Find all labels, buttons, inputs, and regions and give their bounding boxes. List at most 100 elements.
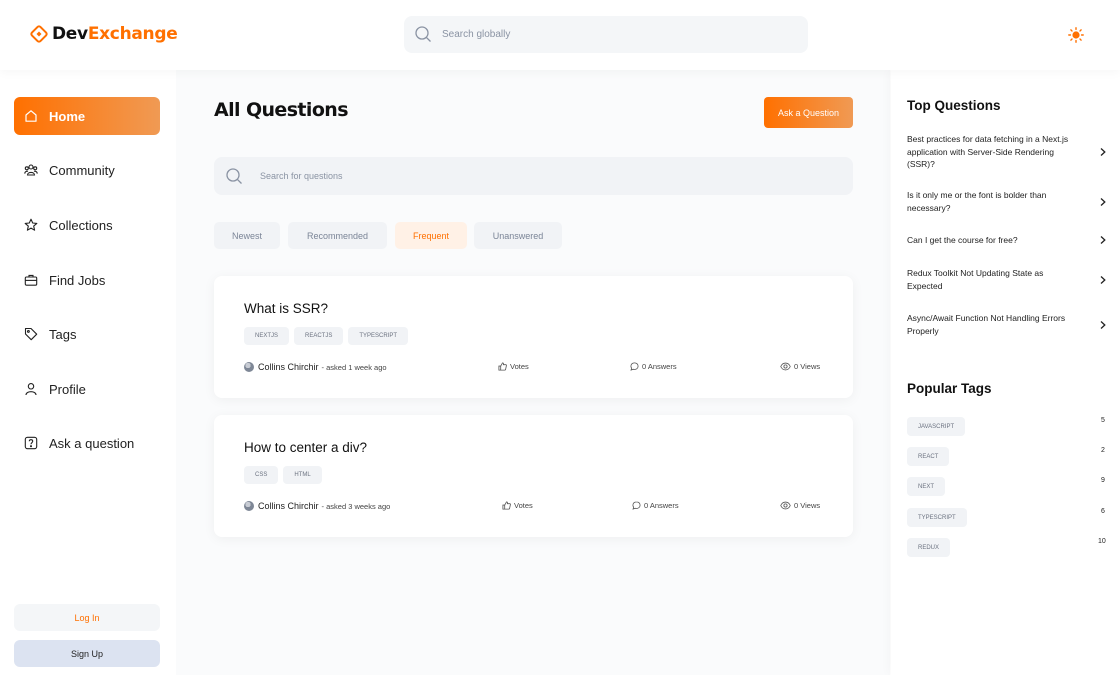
search-icon (226, 167, 242, 184)
sidebar-item-tags[interactable]: Tags (14, 315, 160, 353)
star-icon (24, 218, 38, 232)
top-question-item[interactable]: Is it only me or the font is bolder than… (907, 189, 1107, 214)
sidebar-item-profile[interactable]: Profile (14, 370, 160, 408)
logo-icon (30, 25, 48, 43)
message-icon (632, 501, 641, 510)
question-meta: Collins Chirchir - asked 3 weeks ago (244, 501, 390, 511)
sidebar-item-label: Ask a question (49, 435, 135, 451)
chevron-right-icon (1100, 197, 1106, 206)
author-name[interactable]: Collins Chirchir (258, 362, 319, 372)
chevron-right-icon (1100, 275, 1106, 284)
top-question-item[interactable]: Can I get the course for free? (907, 234, 1107, 247)
brand-logo[interactable]: DevExchange (30, 24, 178, 44)
votes-label: Votes (510, 362, 529, 371)
question-tag[interactable]: CSS (244, 466, 279, 484)
sidebar-item-ask-question[interactable]: Ask a question (14, 424, 160, 462)
sidebar-item-label: Collections (49, 217, 113, 233)
question-title[interactable]: How to center a div? (244, 440, 367, 455)
question-tags: NEXTJS REACTJS TYPESCRIPT (244, 327, 409, 345)
views-count: 0 Views (794, 501, 821, 510)
votes-stat: Votes (498, 362, 529, 371)
top-questions-title: Top Questions (907, 98, 1001, 113)
asked-time: - asked 3 weeks ago (321, 501, 391, 511)
sidebar-item-community[interactable]: Community (14, 151, 160, 189)
chevron-right-icon (1100, 320, 1106, 329)
sun-icon[interactable] (1068, 27, 1084, 43)
sidebar-item-collections[interactable]: Collections (14, 206, 160, 244)
question-meta: Collins Chirchir - asked 1 week ago (244, 362, 387, 372)
search-icon (415, 26, 431, 42)
answers-stat: 0 Answers (630, 362, 677, 371)
views-count: 0 Views (794, 362, 821, 371)
top-navbar: DevExchange (0, 0, 1120, 70)
filter-recommended[interactable]: Recommended (288, 222, 387, 249)
question-title[interactable]: What is SSR? (244, 301, 328, 316)
filter-frequent[interactable]: Frequent (395, 222, 467, 249)
answers-stat: 0 Answers (632, 501, 679, 510)
avatar[interactable] (244, 362, 254, 372)
filter-unanswered[interactable]: Unanswered (474, 222, 562, 249)
sidebar-item-label: Find Jobs (49, 272, 106, 288)
avatar[interactable] (244, 501, 254, 511)
home-icon (24, 109, 38, 123)
message-icon (630, 362, 639, 371)
top-question-item[interactable]: Redux Toolkit Not Updating State as Expe… (907, 267, 1107, 292)
ask-question-button[interactable]: Ask a Question (764, 97, 853, 128)
chevron-right-icon (1100, 236, 1106, 245)
eye-icon (780, 501, 791, 510)
question-tag[interactable]: TYPESCRIPT (348, 327, 409, 345)
sidebar-item-label: Profile (49, 381, 86, 397)
chevron-right-icon (1100, 147, 1106, 156)
top-question-text: Async/Await Function Not Handling Errors… (907, 313, 1066, 336)
brand-name-part1: Dev (52, 24, 88, 44)
global-search[interactable] (404, 16, 808, 53)
question-search-input[interactable] (260, 171, 760, 181)
right-sidebar: Top Questions Best practices for data fe… (891, 70, 1120, 675)
votes-label: Votes (514, 501, 533, 510)
tag-count: 9 (1101, 477, 1105, 484)
question-card: How to center a div? CSS HTML Collins Ch… (214, 415, 853, 537)
tag-icon (24, 327, 38, 341)
asked-time: - asked 1 week ago (321, 362, 387, 372)
views-stat: 0 Views (780, 501, 820, 510)
login-button[interactable]: Log In (14, 604, 160, 631)
question-tag[interactable]: REACTJS (294, 327, 344, 345)
eye-icon (780, 362, 791, 371)
sidebar-item-home[interactable]: Home (14, 97, 160, 135)
users-icon (24, 163, 38, 177)
brand-name-part2: Exchange (87, 24, 178, 44)
tag-count: 2 (1101, 447, 1105, 454)
question-search[interactable] (214, 157, 853, 195)
popular-tag[interactable]: TYPESCRIPT (907, 508, 967, 527)
thumbs-up-icon (498, 362, 507, 371)
popular-tag[interactable]: NEXT (907, 477, 946, 496)
question-tag[interactable]: NEXTJS (244, 327, 290, 345)
page-title: All Questions (214, 99, 349, 121)
views-stat: 0 Views (780, 362, 820, 371)
tag-count: 6 (1101, 508, 1105, 515)
author-name[interactable]: Collins Chirchir (258, 501, 319, 511)
top-question-text: Is it only me or the font is bolder than… (907, 190, 1047, 213)
sidebar-item-label: Home (49, 108, 86, 124)
popular-tag[interactable]: REACT (907, 447, 950, 466)
thumbs-up-icon (502, 501, 511, 510)
tag-count: 10 (1098, 538, 1106, 545)
popular-tag[interactable]: JAVASCRIPT (907, 417, 966, 436)
main-content: All Questions Ask a Question Newest Reco… (176, 70, 890, 675)
top-question-text: Redux Toolkit Not Updating State as Expe… (907, 268, 1044, 291)
votes-stat: Votes (502, 501, 533, 510)
top-question-item[interactable]: Async/Await Function Not Handling Errors… (907, 312, 1107, 337)
top-question-item[interactable]: Best practices for data fetching in a Ne… (907, 133, 1107, 171)
brand-name: DevExchange (52, 24, 178, 44)
popular-tag[interactable]: REDUX (907, 538, 951, 557)
question-tags: CSS HTML (244, 466, 322, 484)
tag-count: 5 (1101, 417, 1105, 424)
sidebar-item-label: Community (49, 162, 115, 178)
top-question-text: Can I get the course for free? (907, 235, 1018, 245)
question-tag[interactable]: HTML (283, 466, 322, 484)
filter-newest[interactable]: Newest (214, 222, 280, 249)
sidebar-item-find-jobs[interactable]: Find Jobs (14, 261, 160, 299)
global-search-input[interactable] (442, 29, 742, 40)
signup-button[interactable]: Sign Up (14, 640, 160, 667)
user-icon (24, 382, 38, 396)
